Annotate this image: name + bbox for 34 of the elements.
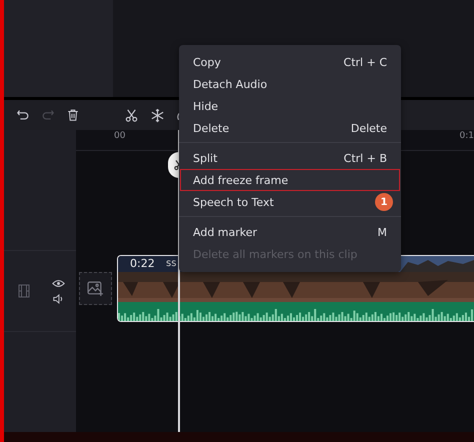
shortcut-label: Ctrl + C: [344, 56, 387, 68]
snowflake-icon[interactable]: [150, 108, 165, 122]
menu-item-label: Copy: [193, 56, 221, 68]
step-badge: 1: [375, 193, 393, 211]
clip-duration: 0:22: [130, 257, 155, 270]
film-icon[interactable]: [18, 284, 30, 298]
menu-item-label: Split: [193, 152, 218, 164]
menu-item[interactable]: Delete Delete: [180, 117, 400, 139]
ruler-label: 00: [114, 131, 126, 141]
shortcut-label: Delete: [350, 122, 387, 134]
menu-item[interactable]: Add marker M: [180, 221, 400, 243]
add-image-button[interactable]: [79, 272, 112, 305]
menu-item[interactable]: Split Ctrl + B: [180, 147, 400, 169]
menu-item[interactable]: Copy Ctrl + C: [180, 51, 400, 73]
menu-item[interactable]: Hide: [180, 95, 232, 117]
shortcut-label: M: [378, 226, 387, 238]
clip-name: ss: [166, 258, 176, 269]
speaker-icon[interactable]: [53, 294, 64, 304]
undo-icon[interactable]: [16, 108, 30, 122]
trash-icon[interactable]: [66, 108, 80, 122]
menu-item[interactable]: Speech to Text: [180, 191, 287, 213]
menu-item-label: Add freeze frame: [193, 174, 288, 186]
shortcut-label: Ctrl + B: [344, 152, 387, 164]
menu-item[interactable]: Detach Audio: [180, 73, 280, 95]
menu-item-label: Hide: [193, 100, 218, 112]
menu-item-label: Delete: [193, 122, 230, 134]
ruler-label: 0:1: [460, 131, 474, 141]
eye-icon[interactable]: [52, 278, 65, 288]
menu-item[interactable]: Add freeze frame: [180, 169, 400, 191]
scissors-icon[interactable]: [124, 108, 139, 122]
menu-item-label: Speech to Text: [193, 196, 274, 208]
menu-item-label: Detach Audio: [193, 78, 268, 90]
menu-item-label: Add marker: [193, 226, 258, 238]
image-add-icon: [87, 281, 104, 296]
